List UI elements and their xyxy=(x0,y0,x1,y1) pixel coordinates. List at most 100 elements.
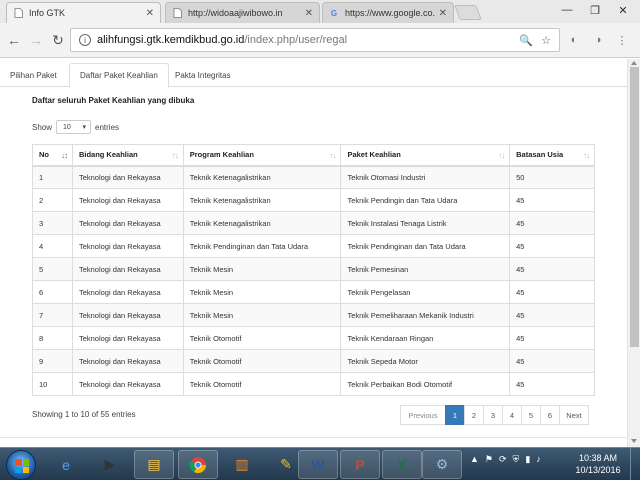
table-row: 10 Teknologi dan Rekayasa Teknik Otomotif T… xyxy=(32,372,595,396)
tab-daftar-paket-keahlian[interactable]: Daftar Paket Keahlian xyxy=(69,63,169,88)
scrollbar-thumb[interactable] xyxy=(630,67,639,347)
column-header-paket[interactable]: Paket Keahlian ↑↓ xyxy=(340,144,511,167)
cell-bidang-keahlian: Teknologi dan Rekayasa xyxy=(71,257,184,281)
show-desktop-button[interactable] xyxy=(630,448,640,480)
back-arrow-icon[interactable]: ← xyxy=(5,31,23,49)
flag-icon[interactable]: ⚑ xyxy=(485,454,493,465)
taskbar-clock[interactable]: 10:38 AM 10/13/2016 xyxy=(568,452,628,476)
cell-no: 3 xyxy=(32,211,73,235)
start-button[interactable] xyxy=(6,450,36,480)
zoom-icon[interactable]: 🔍 xyxy=(519,34,533,47)
reload-icon[interactable]: ↻ xyxy=(49,31,67,49)
powerpoint-icon[interactable]: P xyxy=(340,450,380,479)
address-bar[interactable]: i alihfungsi.gtk.kemdikbud.go.id/index.p… xyxy=(70,28,560,52)
tab-pakta-integritas[interactable]: Pakta Integritas xyxy=(165,63,241,88)
scroll-up-icon[interactable] xyxy=(631,61,637,65)
browser-toolbar: ← → ↻ i alihfungsi.gtk.kemdikbud.go.id/i… xyxy=(0,23,640,58)
page-icon xyxy=(172,8,182,18)
page-3-button[interactable]: 3 xyxy=(483,405,503,425)
cell-bidang-keahlian: Teknologi dan Rekayasa xyxy=(71,303,184,327)
table-row: 8 Teknologi dan Rekayasa Teknik Otomotif Te… xyxy=(32,326,595,350)
cell-no: 9 xyxy=(32,349,73,373)
cell-batasan-usia: 45 xyxy=(509,257,595,281)
signal-icon[interactable]: ▮ xyxy=(525,454,530,465)
column-header-bidang[interactable]: Bidang Keahlian ↑↓ xyxy=(71,144,184,167)
table-row: 6 Teknologi dan Rekayasa Teknik Mesin Tekni… xyxy=(32,280,595,304)
volume-icon[interactable]: ♪ xyxy=(536,454,541,465)
chrome-icon[interactable] xyxy=(178,450,218,479)
column-header-batasan-usia[interactable]: Batasan Usia ↑↓ xyxy=(509,144,595,167)
tab-pilihan-paket[interactable]: Pilihan Paket xyxy=(0,63,67,88)
control-panel-icon[interactable]: ⚙ xyxy=(422,450,462,479)
cell-bidang-keahlian: Teknologi dan Rekayasa xyxy=(71,326,184,350)
minimize-icon[interactable]: — xyxy=(552,0,582,20)
pagination: Previous 1 2 3 4 5 6 Next xyxy=(400,405,589,425)
cell-paket-keahlian: Teknik Pendingin dan Tata Udara xyxy=(340,188,511,212)
cell-batasan-usia: 45 xyxy=(509,349,595,373)
previous-page-button[interactable]: Previous xyxy=(400,405,446,425)
cell-program-keahlian: Teknik Otomotif xyxy=(182,349,342,373)
length-menu: Show 10 ▾ entries xyxy=(32,120,119,134)
table-row: 2 Teknologi dan Rekayasa Teknik Ketenagali… xyxy=(32,188,595,212)
sort-asc-icon: ↓↕ xyxy=(60,151,68,160)
close-icon[interactable]: ✕ xyxy=(439,8,447,19)
forward-arrow-icon[interactable]: → xyxy=(27,31,45,49)
cell-batasan-usia: 45 xyxy=(509,211,595,235)
new-tab-button[interactable] xyxy=(454,5,482,20)
shield-icon[interactable]: ⛨ xyxy=(513,454,520,465)
page-2-button[interactable]: 2 xyxy=(464,405,484,425)
entries-label: entries xyxy=(95,122,120,132)
page-scrollbar[interactable] xyxy=(627,59,640,447)
menu-dots-icon[interactable]: ⋮ xyxy=(614,32,630,48)
restore-icon[interactable]: ❐ xyxy=(580,0,610,20)
cell-batasan-usia: 45 xyxy=(509,280,595,304)
cell-bidang-keahlian: Teknologi dan Rekayasa xyxy=(71,280,184,304)
cell-no: 10 xyxy=(32,372,73,396)
browser-tab-info-gtk[interactable]: Info GTK ✕ xyxy=(6,2,161,23)
table-info: Showing 1 to 10 of 55 entries xyxy=(32,410,136,419)
close-icon[interactable]: ✕ xyxy=(146,8,154,19)
cell-bidang-keahlian: Teknologi dan Rekayasa xyxy=(71,234,184,258)
cell-paket-keahlian: Teknik Pengelasan xyxy=(340,280,511,304)
extension-icon[interactable]: ◐ xyxy=(566,32,582,48)
url-text[interactable]: alihfungsi.gtk.kemdikbud.go.id/index.php… xyxy=(97,34,519,46)
cell-program-keahlian: Teknik Ketenagalistrikan xyxy=(182,211,342,235)
browser-tab-strip: Info GTK ✕ http://widoaajiwibowo.in ✕ G … xyxy=(0,0,640,23)
cell-paket-keahlian: Teknik Perbaikan Bodi Otomotif xyxy=(340,372,511,396)
sync-icon[interactable]: ⟳ xyxy=(499,454,507,465)
close-icon[interactable]: ✕ xyxy=(305,8,313,19)
tray-arrow-icon[interactable]: ▲ xyxy=(470,454,479,465)
cell-bidang-keahlian: Teknologi dan Rekayasa xyxy=(71,188,184,212)
winrar-icon[interactable]: ▥ xyxy=(222,450,262,479)
cell-batasan-usia: 45 xyxy=(509,188,595,212)
page-5-button[interactable]: 5 xyxy=(521,405,541,425)
next-page-button[interactable]: Next xyxy=(559,405,589,425)
extension-icon[interactable]: ◑ xyxy=(590,32,606,48)
cell-batasan-usia: 50 xyxy=(509,165,595,189)
sort-icon: ↑↓ xyxy=(583,151,590,160)
word-icon[interactable]: W xyxy=(298,450,338,479)
page-1-button[interactable]: 1 xyxy=(445,405,465,425)
chevron-down-icon: ▾ xyxy=(82,124,87,131)
bookmark-star-icon[interactable]: ☆ xyxy=(541,34,551,47)
browser-tab-widoaaji[interactable]: http://widoaajiwibowo.in ✕ xyxy=(165,2,320,23)
scroll-down-icon[interactable] xyxy=(631,439,637,443)
entries-select[interactable]: 10 ▾ xyxy=(56,120,92,134)
page-4-button[interactable]: 4 xyxy=(502,405,522,425)
cell-program-keahlian: Teknik Ketenagalistrikan xyxy=(182,188,342,212)
column-header-program[interactable]: Program Keahlian ↑↓ xyxy=(182,144,342,167)
page-6-button[interactable]: 6 xyxy=(540,405,560,425)
file-explorer-icon[interactable]: ▤ xyxy=(134,450,174,479)
tab-title: https://www.google.co.id xyxy=(345,8,435,18)
browser-tab-google[interactable]: G https://www.google.co.id ✕ xyxy=(322,2,454,23)
media-player-icon[interactable]: ▶ xyxy=(90,450,130,479)
page-icon xyxy=(13,8,23,18)
table-row: 1 Teknologi dan Rekayasa Teknik Ketenagali… xyxy=(32,165,595,189)
cell-paket-keahlian: Teknik Pemeliharaan Mekanik Industri xyxy=(340,303,511,327)
internet-explorer-icon[interactable]: e xyxy=(46,450,86,479)
window-close-icon[interactable]: ✕ xyxy=(608,0,638,20)
column-header-no[interactable]: No ↓↕ xyxy=(32,144,73,167)
table-body: 1 Teknologi dan Rekayasa Teknik Ketenagali… xyxy=(32,165,595,396)
info-icon[interactable]: i xyxy=(79,34,91,46)
excel-icon[interactable]: X xyxy=(382,450,422,479)
